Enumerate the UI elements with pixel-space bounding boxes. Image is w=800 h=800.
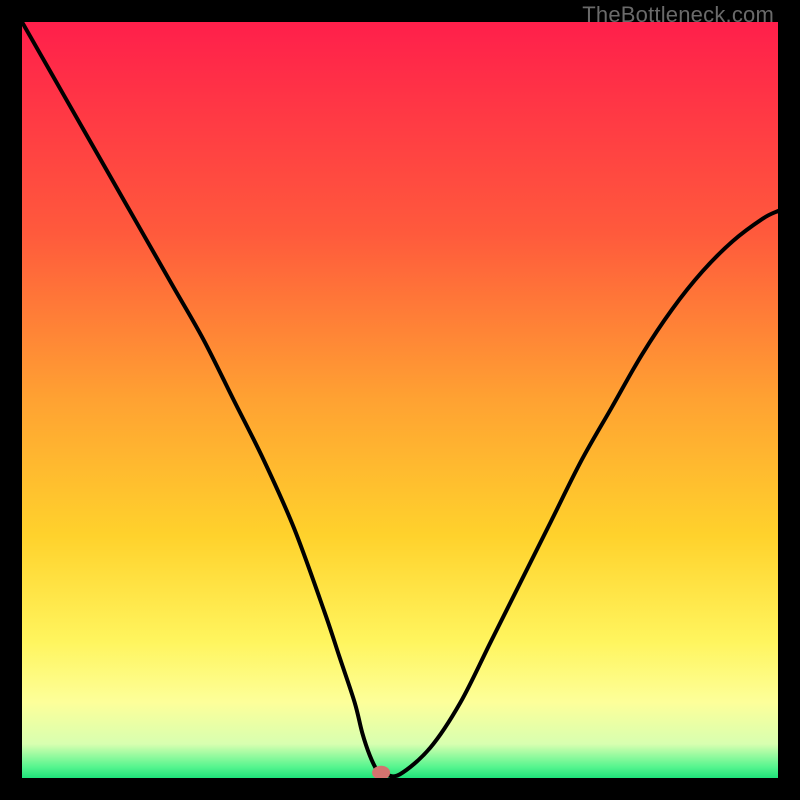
chart-frame xyxy=(22,22,778,778)
watermark-text: TheBottleneck.com xyxy=(582,2,774,28)
gradient-background xyxy=(22,22,778,778)
bottleneck-chart xyxy=(22,22,778,778)
